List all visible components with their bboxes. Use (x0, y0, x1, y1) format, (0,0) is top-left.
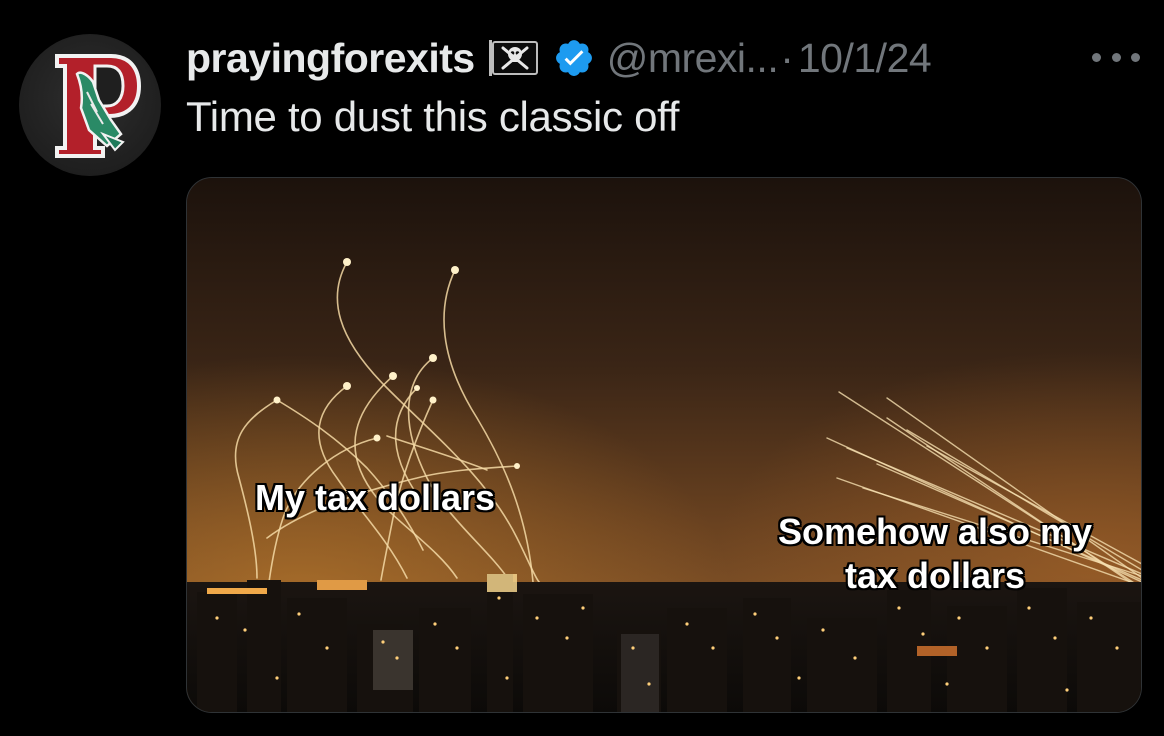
night-sky-interceptors-image (187, 178, 1141, 712)
praying-hands-letter-p-icon (55, 54, 142, 158)
more-dot (1131, 52, 1140, 62)
separator-dot: · (780, 34, 794, 81)
tweet: prayingforexits @mrexi... · 10/1/24 Time… (0, 0, 1164, 736)
avatar[interactable] (19, 34, 161, 176)
meme-caption-right: Somehow also my tax dollars (777, 511, 1093, 596)
display-name[interactable]: prayingforexits (186, 35, 475, 82)
tweet-header: prayingforexits @mrexi... · 10/1/24 (186, 32, 932, 84)
tweet-date[interactable]: 10/1/24 (798, 35, 932, 82)
more-options-icon[interactable] (1092, 40, 1140, 74)
pirate-flag-icon (487, 38, 539, 78)
tweet-image[interactable]: My tax dollars Somehow also my tax dolla… (186, 177, 1142, 713)
user-handle[interactable]: @mrexi... (607, 35, 779, 82)
meme-caption-left: My tax dollars (255, 477, 496, 518)
tweet-text: Time to dust this classic off (186, 93, 680, 140)
verified-badge-icon[interactable] (553, 37, 595, 79)
more-dot (1092, 52, 1101, 62)
more-dot (1111, 52, 1121, 62)
